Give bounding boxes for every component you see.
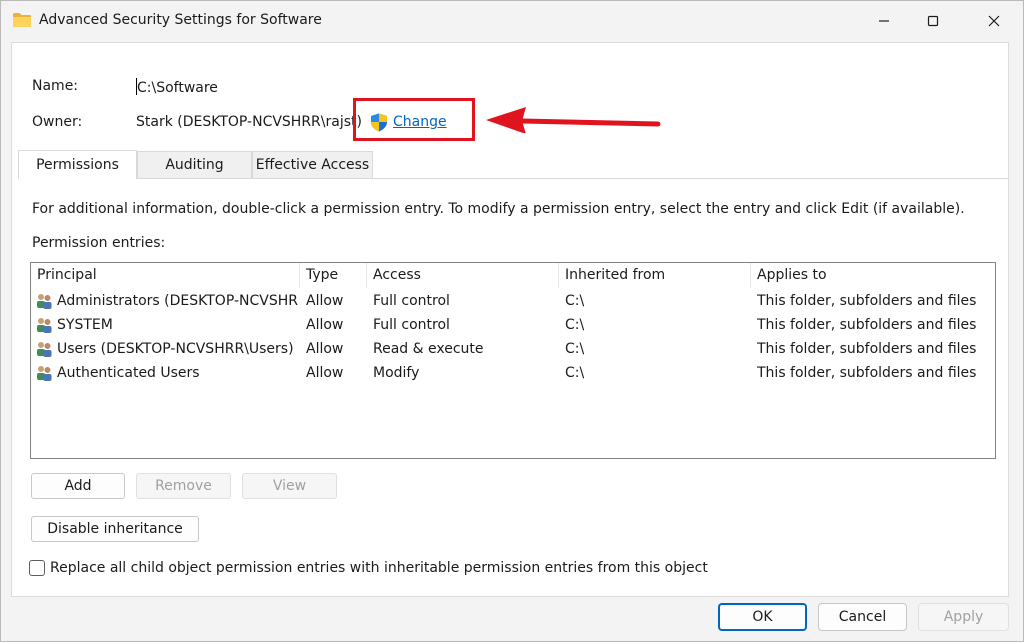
column-header-access[interactable]: Access: [367, 263, 559, 288]
remove-button[interactable]: Remove: [136, 473, 231, 499]
replace-child-permissions-label[interactable]: Replace all child object permission entr…: [50, 560, 708, 576]
owner-value: Stark (DESKTOP-NCVSHRR\rajst): [136, 114, 362, 130]
cell-inherited-from: C:\: [565, 317, 585, 333]
cell-type: Allow: [306, 317, 344, 333]
cell-inherited-from: C:\: [565, 293, 585, 309]
cell-applies-to: This folder, subfolders and files: [757, 317, 977, 333]
minimize-icon: [879, 20, 889, 22]
user-group-icon: [37, 342, 52, 357]
permission-entries-list[interactable]: Principal Type Access Inherited from App…: [30, 262, 996, 459]
tab-auditing[interactable]: Auditing: [137, 151, 252, 178]
ok-button[interactable]: OK: [718, 603, 807, 631]
list-header: Principal Type Access Inherited from App…: [31, 263, 995, 288]
name-value-text: C:\Software: [137, 80, 218, 96]
tab-permissions[interactable]: Permissions: [18, 150, 137, 179]
cell-applies-to: This folder, subfolders and files: [757, 365, 977, 381]
cell-access: Modify: [373, 365, 420, 381]
permission-entries-label: Permission entries:: [32, 235, 166, 251]
info-text: For additional information, double-click…: [32, 201, 965, 217]
window-title: Advanced Security Settings for Software: [39, 12, 322, 28]
name-label: Name:: [32, 78, 79, 94]
cell-type: Allow: [306, 293, 344, 309]
cell-applies-to: This folder, subfolders and files: [757, 293, 977, 309]
table-row[interactable]: Authenticated Users Allow Modify C:\ Thi…: [31, 361, 995, 385]
close-button[interactable]: [971, 1, 1017, 41]
cell-applies-to: This folder, subfolders and files: [757, 341, 977, 357]
name-value: C:\Software: [136, 78, 218, 96]
column-header-applies-to[interactable]: Applies to: [751, 263, 995, 288]
cell-access: Full control: [373, 317, 450, 333]
owner-label: Owner:: [32, 114, 83, 130]
cell-access: Full control: [373, 293, 450, 309]
folder-icon: [13, 13, 31, 27]
minimize-button[interactable]: [861, 1, 907, 41]
column-header-type[interactable]: Type: [300, 263, 367, 288]
table-row[interactable]: Users (DESKTOP-NCVSHRR\Users) Allow Read…: [31, 337, 995, 361]
cell-type: Allow: [306, 365, 344, 381]
annotation-arrow-icon: [486, 107, 661, 133]
advanced-security-window: Advanced Security Settings for Software …: [0, 0, 1024, 642]
cell-principal: Authenticated Users: [57, 365, 200, 381]
cell-principal: Administrators (DESKTOP-NCVSHRR\Administ…: [57, 293, 299, 309]
cell-inherited-from: C:\: [565, 341, 585, 357]
user-group-icon: [37, 366, 52, 381]
tab-divider: [18, 178, 1008, 179]
view-button[interactable]: View: [242, 473, 337, 499]
table-row[interactable]: Administrators (DESKTOP-NCVSHRR\Administ…: [31, 289, 995, 313]
cancel-button[interactable]: Cancel: [818, 603, 907, 631]
cell-principal: SYSTEM: [57, 317, 113, 333]
dialog-content: Name: C:\Software Owner: Stark (DESKTOP-…: [11, 42, 1009, 597]
cell-access: Read & execute: [373, 341, 484, 357]
disable-inheritance-button[interactable]: Disable inheritance: [31, 516, 199, 542]
title-bar: Advanced Security Settings for Software: [1, 1, 1023, 41]
replace-child-permissions-checkbox[interactable]: [29, 560, 45, 576]
maximize-button[interactable]: [910, 1, 956, 41]
maximize-icon: [927, 15, 939, 27]
column-header-principal[interactable]: Principal: [31, 263, 300, 288]
user-group-icon: [37, 294, 52, 309]
column-header-inherited-from[interactable]: Inherited from: [559, 263, 751, 288]
table-row[interactable]: SYSTEM Allow Full control C:\ This folde…: [31, 313, 995, 337]
annotation-highlight-box: [353, 98, 475, 141]
cell-type: Allow: [306, 341, 344, 357]
cell-principal: Users (DESKTOP-NCVSHRR\Users): [57, 341, 294, 357]
add-button[interactable]: Add: [31, 473, 125, 499]
close-icon: [988, 15, 1000, 27]
cell-inherited-from: C:\: [565, 365, 585, 381]
tab-effective-access[interactable]: Effective Access: [252, 151, 373, 178]
apply-button[interactable]: Apply: [918, 603, 1009, 631]
user-group-icon: [37, 318, 52, 333]
